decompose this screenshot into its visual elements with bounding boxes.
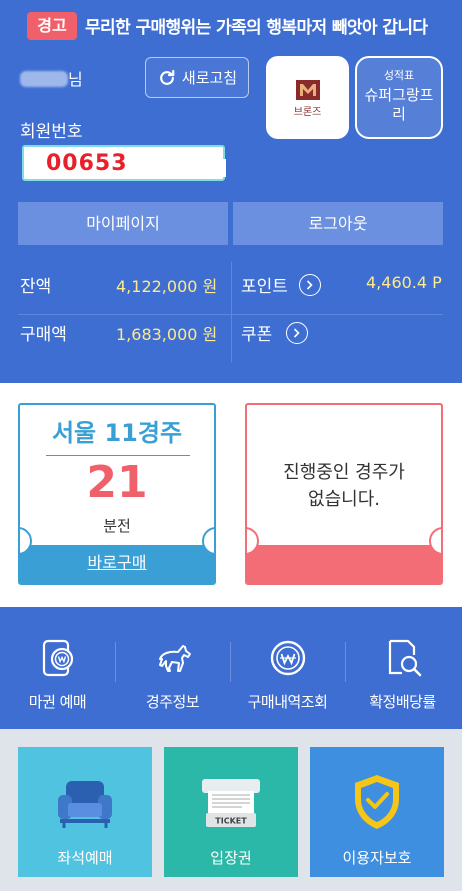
masked-name	[20, 71, 68, 87]
current-race-card[interactable]: 서울 11경주 21 분전 바로구매	[18, 403, 216, 585]
member-number-field: 00653	[22, 145, 226, 181]
point-label: 포인트	[241, 277, 288, 297]
logout-button[interactable]: 로그아웃	[233, 202, 443, 245]
menu-label: 경주정보	[145, 693, 200, 711]
document-search-icon	[388, 639, 422, 677]
stats-column-divider	[231, 262, 232, 362]
member-number-label: 회원번호	[20, 122, 83, 142]
purchase-label: 구매액	[20, 325, 67, 345]
purchase-value: 1,683,000 원	[116, 325, 218, 344]
tile-admission-ticket[interactable]: TICKET 입장권	[164, 747, 298, 877]
grade-label: 브론즈	[293, 106, 322, 118]
tile-label: 입장권	[210, 849, 252, 867]
member-number-mask	[146, 159, 226, 177]
account-panel: 경고 무리한 구매행위는 가족의 행복마저 빼앗아 갑니다 님 새로고침 브론즈…	[0, 0, 462, 383]
menu-bet-reservation[interactable]: 마권 예매	[0, 607, 115, 729]
member-number: 00653	[46, 151, 128, 176]
shield-check-icon	[355, 775, 399, 829]
report-card-title: 성적표	[383, 69, 415, 82]
svg-text:TICKET: TICKET	[215, 817, 247, 826]
no-race-line2: 없습니다.	[308, 489, 380, 510]
warning-bar: 경고 무리한 구매행위는 가족의 행복마저 빼앗아 갑니다	[0, 0, 462, 52]
refresh-label: 새로고침	[181, 69, 238, 87]
menu-race-info[interactable]: 경주정보	[115, 607, 230, 729]
balance-label: 잔액	[20, 277, 52, 297]
w-coin-icon	[270, 640, 306, 676]
user-name: 님	[20, 66, 83, 90]
point-value: 4,460.4 P	[366, 273, 442, 292]
no-race-card: 진행중인 경주가 없습니다.	[245, 403, 443, 585]
menu-label: 마권 예매	[28, 693, 87, 711]
report-card-button[interactable]: 성적표 슈퍼그랑프리	[355, 56, 443, 139]
no-race-footer	[247, 545, 441, 583]
tile-label: 이용자보호	[342, 849, 412, 867]
grade-badge[interactable]: 브론즈	[266, 56, 349, 139]
menu-purchase-history[interactable]: 구매내역조회	[230, 607, 345, 729]
warning-message: 무리한 구매행위는 가족의 행복마저 빼앗아 갑니다	[85, 18, 428, 38]
tile-seat-reservation[interactable]: 좌석예매	[18, 747, 152, 877]
grade-logo-icon	[295, 79, 320, 100]
service-tiles: 좌석예매 TICKET 입장권 이용자보호	[0, 729, 462, 891]
race-countdown-unit: 분전	[103, 517, 131, 535]
tile-user-protection[interactable]: 이용자보호	[310, 747, 444, 877]
race-title-divider	[46, 455, 190, 456]
chevron-right-icon	[306, 280, 313, 290]
buy-now-button[interactable]: 바로구매	[20, 545, 214, 583]
chevron-right-icon	[293, 328, 300, 338]
mypage-button[interactable]: 마이페이지	[18, 202, 228, 245]
coupon-detail-button[interactable]	[286, 322, 308, 344]
tile-label: 좌석예매	[57, 849, 113, 867]
menu-label: 구매내역조회	[247, 693, 328, 711]
refresh-button[interactable]: 새로고침	[145, 57, 249, 98]
armchair-icon	[58, 781, 112, 828]
user-name-suffix: 님	[68, 70, 83, 89]
quick-menu: 마권 예매 경주정보 구매내역조회 확정배당률	[0, 607, 462, 729]
point-detail-button[interactable]	[299, 274, 321, 296]
coupon-label: 쿠폰	[241, 325, 273, 345]
phone-w-icon	[42, 639, 74, 677]
report-card-subtitle: 슈퍼그랑프리	[364, 86, 434, 123]
balance-value: 4,122,000 원	[116, 277, 218, 296]
race-countdown: 21	[86, 457, 148, 508]
race-title: 서울 11경주	[51, 419, 183, 447]
race-cards: 서울 11경주 21 분전 바로구매 진행중인 경주가 없습니다.	[0, 383, 462, 607]
no-race-line1: 진행중인 경주가	[283, 462, 405, 483]
warning-tag: 경고	[27, 12, 77, 40]
menu-final-odds[interactable]: 확정배당률	[345, 607, 460, 729]
menu-label: 확정배당률	[369, 693, 436, 711]
no-race-message: 진행중인 경주가 없습니다.	[247, 459, 441, 513]
horse-icon	[159, 645, 191, 672]
ticket-icon: TICKET	[202, 779, 260, 827]
refresh-icon	[159, 69, 175, 85]
